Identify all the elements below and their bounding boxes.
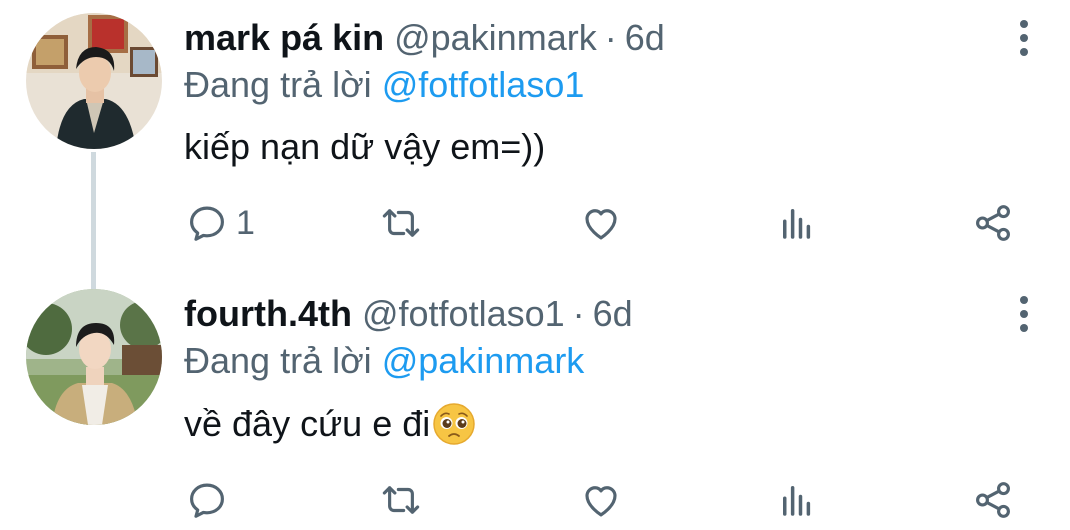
tweet-text: kiếp nạn dữ vậy em=)) (184, 126, 545, 168)
more-icon (1020, 20, 1028, 56)
reply-count: 1 (236, 203, 255, 242)
share-icon (976, 205, 1010, 241)
retweet-button[interactable] (380, 201, 422, 245)
tweet-header: fourth.4th @fotfotlaso1 · 6d (184, 290, 633, 338)
views-icon (783, 209, 811, 239)
views-button[interactable] (776, 201, 818, 245)
like-button[interactable] (580, 478, 622, 522)
retweet-button[interactable] (380, 478, 422, 522)
tweet-text-content: về đây cứu e đi (184, 403, 431, 444)
reply-button[interactable] (186, 478, 236, 522)
reply-button[interactable]: 1 (186, 201, 255, 245)
profile-photo-icon (26, 13, 162, 149)
tweet-text-content: kiếp nạn dữ vậy em=)) (184, 126, 546, 167)
replying-to: Đang trả lời @pakinmark (184, 340, 584, 382)
views-button[interactable] (776, 478, 818, 522)
reply-icon (190, 206, 224, 241)
separator: · (572, 293, 585, 334)
share-button[interactable] (972, 478, 1014, 522)
like-icon (585, 486, 617, 517)
timestamp[interactable]: 6d (625, 17, 665, 59)
user-handle[interactable]: @fotfotlaso1 (362, 293, 565, 335)
more-icon (1020, 296, 1028, 332)
replying-prefix: Đang trả lời (184, 64, 372, 105)
retweet-icon (382, 209, 420, 237)
share-button[interactable] (972, 201, 1014, 245)
profile-photo-icon (26, 289, 162, 425)
display-name[interactable]: mark pá kin (184, 17, 384, 59)
retweet-icon (382, 486, 420, 514)
display-name[interactable]: fourth.4th (184, 293, 352, 335)
share-icon (976, 482, 1010, 518)
pleading-face-emoji-icon (433, 403, 475, 445)
avatar[interactable] (26, 289, 162, 425)
timestamp[interactable]: 6d (593, 293, 633, 335)
action-bar: 1 (0, 193, 1070, 253)
replying-to: Đang trả lời @fotfotlaso1 (184, 64, 584, 106)
like-button[interactable] (580, 201, 622, 245)
user-handle[interactable]: @pakinmark (394, 17, 597, 59)
separator: · (604, 17, 617, 58)
mention-link[interactable]: @pakinmark (382, 340, 585, 381)
views-icon (783, 486, 811, 516)
avatar[interactable] (26, 13, 162, 149)
more-options-button[interactable] (1010, 294, 1038, 334)
more-options-button[interactable] (1010, 18, 1038, 58)
tweet: fourth.4th @fotfotlaso1 · 6d Đang trả lờ… (0, 276, 1070, 520)
action-bar (0, 470, 1070, 530)
mention-link[interactable]: @fotfotlaso1 (382, 64, 585, 105)
tweet-header: mark pá kin @pakinmark · 6d (184, 14, 665, 62)
replying-prefix: Đang trả lời (184, 340, 372, 381)
tweet-text: về đây cứu e đi (184, 402, 476, 446)
tweet: mark pá kin @pakinmark · 6d Đang trả lời… (0, 0, 1070, 292)
reply-icon (190, 483, 224, 518)
like-icon (585, 209, 617, 240)
